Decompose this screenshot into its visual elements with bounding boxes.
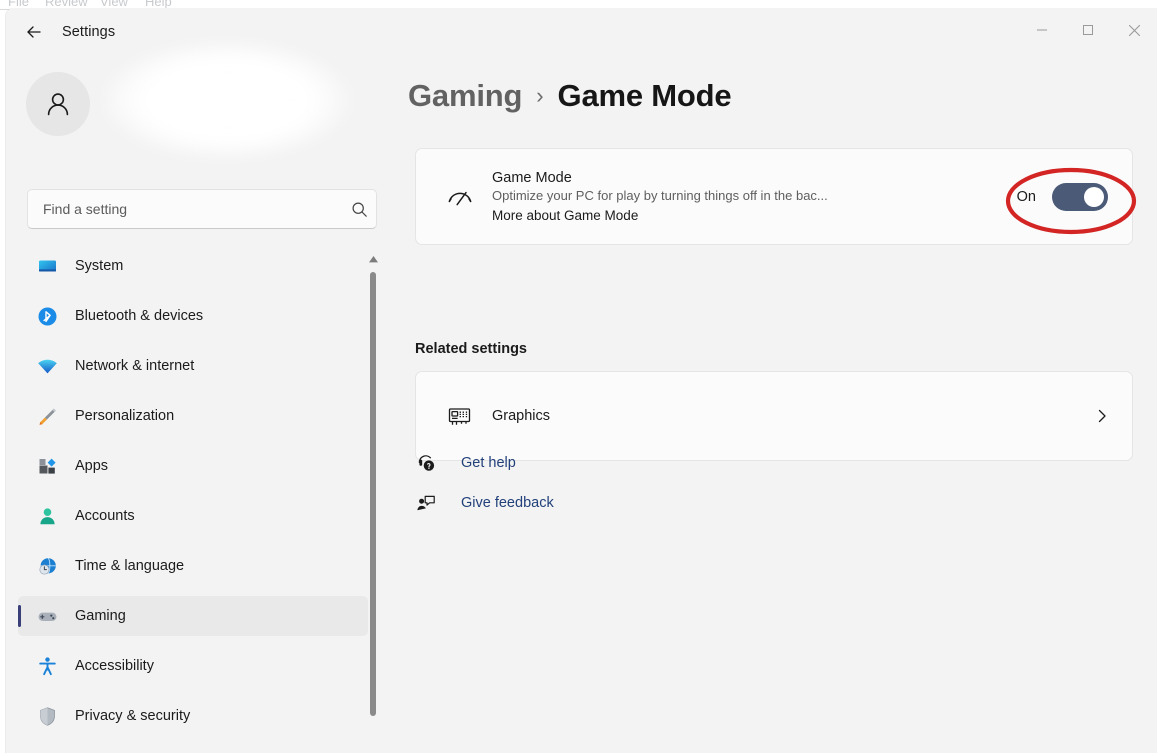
sidebar-item-label: Network & internet	[75, 358, 195, 374]
give-feedback-link[interactable]: Give feedback	[415, 491, 554, 515]
avatar	[26, 72, 90, 136]
window-title: Settings	[62, 24, 116, 40]
title-bar: Settings	[6, 8, 1157, 56]
breadcrumb-parent-link[interactable]: Gaming	[408, 78, 522, 114]
bluetooth-icon	[36, 305, 58, 327]
graphics-settings-row[interactable]: Graphics	[415, 371, 1133, 461]
sidebar-item-label: Privacy & security	[75, 708, 191, 724]
search-input[interactable]	[41, 200, 342, 218]
caret-up-icon	[368, 255, 378, 262]
breadcrumb-separator-icon: ›	[536, 83, 544, 108]
get-help-link[interactable]: Get help	[415, 451, 554, 475]
sidebar-item-label: System	[75, 258, 124, 274]
window-controls	[1019, 8, 1157, 52]
game-mode-card: Game Mode Optimize your PC for play by t…	[415, 148, 1133, 245]
get-help-label: Get help	[461, 455, 516, 471]
sidebar-item-personalization[interactable]: Personalization	[18, 396, 368, 436]
game-mode-title: Game Mode	[492, 170, 572, 186]
sidebar-scrollbar[interactable]	[366, 252, 380, 753]
sidebar-item-gaming[interactable]: Gaming	[18, 596, 368, 636]
sidebar-item-time-language[interactable]: Time & language	[18, 546, 368, 586]
arrow-left-icon	[27, 26, 41, 38]
give-feedback-label: Give feedback	[461, 495, 554, 511]
person-icon	[47, 93, 69, 116]
globe-clock-icon	[36, 555, 58, 577]
page-title: Game Mode	[557, 78, 732, 113]
chevron-right-icon[interactable]	[1094, 408, 1110, 424]
graphics-label: Graphics	[492, 408, 551, 424]
sidebar-item-label: Bluetooth & devices	[75, 308, 204, 324]
accessibility-icon	[36, 655, 58, 677]
maximize-icon	[1083, 25, 1093, 35]
sidebar-item-system[interactable]: System	[18, 246, 368, 286]
get-help-icon	[415, 452, 437, 474]
search-icon[interactable]	[342, 201, 376, 218]
related-settings-heading: Related settings	[415, 341, 527, 357]
speedometer-icon	[434, 182, 486, 212]
more-about-game-mode-link[interactable]: More about Game Mode	[492, 208, 828, 223]
scroll-up-button[interactable]	[366, 252, 380, 266]
paintbrush-icon	[36, 405, 58, 427]
sidebar-item-apps[interactable]: Apps	[18, 446, 368, 486]
sidebar-item-label: Time & language	[75, 558, 185, 574]
close-icon	[1128, 24, 1140, 36]
screen: File Review View Help Settings Find a se…	[0, 0, 1157, 753]
wifi-icon	[36, 355, 58, 377]
game-mode-toggle-group: On	[1017, 149, 1108, 244]
maximize-button[interactable]	[1065, 8, 1111, 52]
apps-icon	[36, 455, 58, 477]
search-box[interactable]	[27, 189, 377, 229]
sidebar-item-label: Gaming	[75, 608, 126, 624]
monitor-icon	[36, 255, 58, 277]
sidebar-nav: System Bluetooth & devices Network & int…	[18, 246, 368, 753]
main-content: Gaming › Game Mode Game Mode Optimize yo…	[380, 56, 1157, 753]
sidebar-item-label: Personalization	[75, 408, 175, 424]
feedback-icon	[415, 492, 437, 514]
settings-window: Settings Find a setting System Bluetooth…	[6, 8, 1157, 753]
close-button[interactable]	[1111, 8, 1157, 52]
sidebar-item-label: Apps	[75, 458, 109, 474]
minimize-icon	[1037, 29, 1047, 31]
scrollbar-thumb[interactable]	[370, 272, 376, 716]
sidebar-item-accessibility[interactable]: Accessibility	[18, 646, 368, 686]
sidebar-item-label: Accessibility	[75, 658, 154, 674]
gamepad-icon	[36, 605, 58, 627]
game-mode-toggle[interactable]	[1052, 182, 1108, 211]
sidebar-item-bluetooth-devices[interactable]: Bluetooth & devices	[18, 296, 368, 336]
sidebar: System Bluetooth & devices	[6, 28, 380, 753]
graphics-card-icon	[434, 402, 486, 430]
toggle-knob	[1084, 186, 1104, 207]
game-mode-description: Optimize your PC for play by turning thi…	[492, 188, 828, 203]
minimize-button[interactable]	[1019, 8, 1065, 52]
sidebar-item-privacy-security[interactable]: Privacy & security	[18, 696, 368, 736]
sidebar-item-label: Accounts	[75, 508, 135, 524]
back-button[interactable]	[16, 14, 52, 50]
sidebar-item-accounts[interactable]: Accounts	[18, 496, 368, 536]
game-mode-text: Game Mode Optimize your PC for play by t…	[492, 170, 828, 223]
user-profile[interactable]	[26, 28, 362, 178]
shield-icon	[36, 705, 58, 727]
account-icon	[36, 505, 58, 527]
help-links: Get help Give feedback	[415, 451, 554, 515]
sidebar-item-network-internet[interactable]: Network & internet	[18, 346, 368, 386]
breadcrumb: Gaming › Game Mode	[408, 78, 732, 114]
toggle-state-label: On	[1016, 188, 1036, 205]
